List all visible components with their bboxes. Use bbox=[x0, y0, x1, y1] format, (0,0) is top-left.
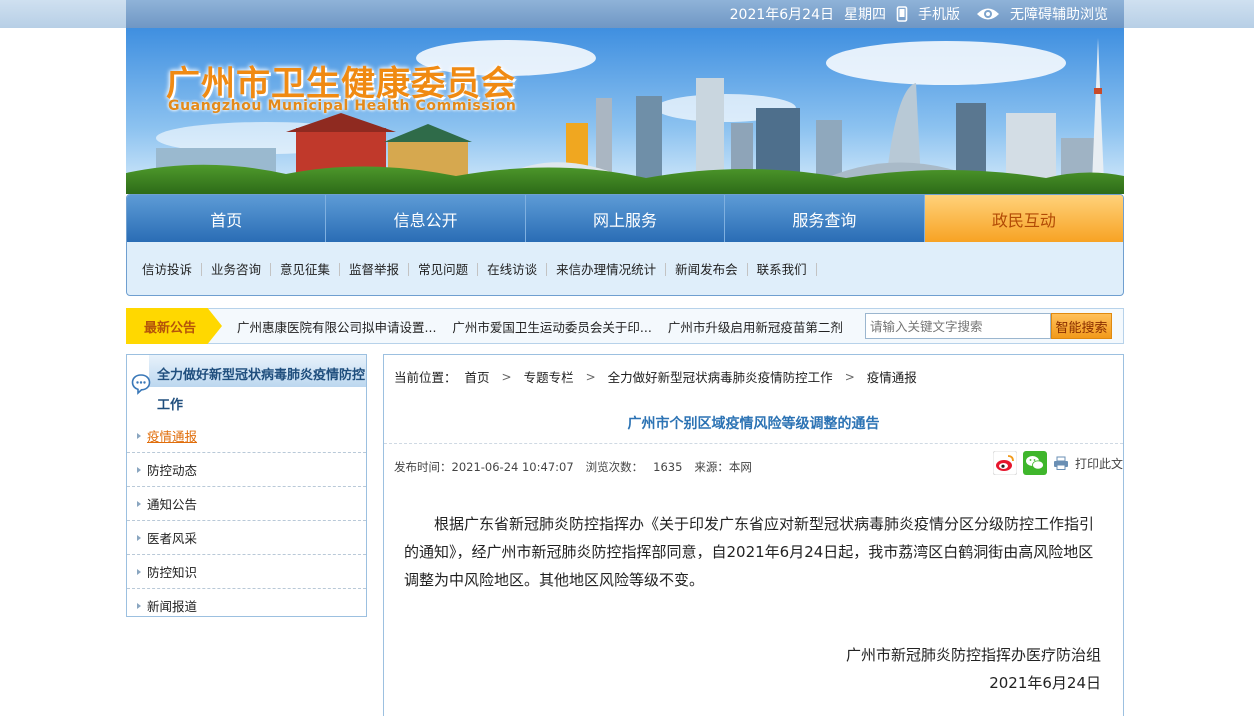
subnav-press-conference[interactable]: 新闻发布会 bbox=[666, 262, 748, 276]
publish-time-value: 2021-06-24 10:47:07 bbox=[451, 460, 574, 474]
mobile-phone-icon[interactable] bbox=[896, 6, 908, 22]
signature-organization: 广州市新冠肺炎防控指挥办医疗防治组 bbox=[845, 646, 1101, 664]
article-source: 来源：本网 bbox=[694, 459, 752, 475]
breadcrumb-epidemic-topic[interactable]: 全力做好新型冠状病毒肺炎疫情防控工作 bbox=[608, 367, 833, 386]
accessibility-link[interactable]: 无障碍辅助浏览 bbox=[1010, 4, 1108, 24]
chevron-right-icon: > bbox=[501, 369, 512, 384]
view-count-value: 1635 bbox=[653, 460, 683, 474]
source-label: 来源： bbox=[694, 460, 729, 474]
nav-item-online-services[interactable]: 网上服务 bbox=[525, 195, 726, 242]
latest-announcement-label: 最新公告 bbox=[126, 308, 222, 344]
nav-item-home[interactable]: 首页 bbox=[127, 195, 327, 242]
current-weekday: 星期四 bbox=[844, 7, 886, 23]
current-date: 2021年6月24日 bbox=[729, 7, 834, 23]
weibo-icon[interactable] bbox=[992, 451, 1017, 475]
breadcrumb: 当前位置： 首页 > 专题专栏 > 全力做好新型冠状病毒肺炎疫情防控工作 > 疫… bbox=[394, 367, 917, 386]
subnav-letter-statistics[interactable]: 来信办理情况统计 bbox=[547, 262, 667, 276]
announcement-item[interactable]: 广州惠康医院有限公司拟申请设置... bbox=[237, 317, 436, 336]
site-search: 智能搜索 bbox=[865, 313, 1113, 339]
article-title: 广州市个别区域疫情风险等级调整的通告 bbox=[627, 416, 880, 432]
sidebar-item-epidemic-bulletin[interactable]: 疫情通报 bbox=[127, 419, 366, 453]
sidebar-item-prevention-news[interactable]: 防控动态 bbox=[127, 453, 366, 487]
subnav-contact-us[interactable]: 联系我们 bbox=[748, 262, 817, 276]
announcement-list: 广州惠康医院有限公司拟申请设置... 广州市爱国卫生运动委员会关于印... 广州… bbox=[237, 309, 843, 343]
breadcrumb-label: 当前位置： bbox=[394, 370, 457, 385]
arrow-right-icon bbox=[137, 466, 141, 473]
article-body: 根据广东省新冠肺炎防控指挥办《关于印发广东省应对新型冠状病毒肺炎疫情分区分级防控… bbox=[404, 515, 1095, 589]
subnav-online-interview[interactable]: 在线访谈 bbox=[478, 262, 548, 276]
title-divider bbox=[384, 443, 1123, 444]
announcement-bar: 最新公告 广州惠康医院有限公司拟申请设置... 广州市爱国卫生运动委员会关于印.… bbox=[126, 308, 1124, 344]
signature-date: 2021年6月24日 bbox=[989, 674, 1101, 692]
sidebar-item-label: 防控动态 bbox=[147, 463, 198, 478]
sidebar-item-label: 新闻报道 bbox=[147, 599, 198, 614]
chevron-right-icon: > bbox=[844, 369, 855, 384]
search-input[interactable] bbox=[865, 313, 1051, 339]
arrow-right-icon bbox=[137, 432, 141, 439]
primary-nav: 首页 信息公开 网上服务 服务查询 政民互动 bbox=[127, 195, 1123, 242]
article-panel: 当前位置： 首页 > 专题专栏 > 全力做好新型冠状病毒肺炎疫情防控工作 > 疫… bbox=[383, 354, 1124, 716]
nav-item-service-query[interactable]: 服务查询 bbox=[725, 195, 925, 242]
announcement-item[interactable]: 广州市爱国卫生运动委员会关于印... bbox=[452, 317, 651, 336]
subnav-petition-complaint[interactable]: 信访投诉 bbox=[133, 262, 203, 276]
arrow-right-icon bbox=[137, 568, 141, 575]
secondary-nav: 信访投诉 业务咨询 意见征集 监督举报 常见问题 在线访谈 来信办理情况统计 新… bbox=[127, 242, 1123, 295]
eye-icon[interactable] bbox=[976, 6, 1000, 22]
nav-item-public-interaction[interactable]: 政民互动 bbox=[924, 195, 1123, 242]
arrow-right-icon bbox=[137, 500, 141, 507]
sidebar-menu: 疫情通报 防控动态 通知公告 医者风采 防控知识 新闻报道 bbox=[127, 419, 366, 622]
site-subtitle: Guangzhou Municipal Health Commission bbox=[168, 98, 517, 114]
arrow-right-icon bbox=[137, 534, 141, 541]
chevron-right-icon: > bbox=[585, 369, 596, 384]
view-count-label: 浏览次数： bbox=[585, 460, 644, 474]
subnav-faq[interactable]: 常见问题 bbox=[409, 262, 479, 276]
top-bar: 2021年6月24日 星期四 手机版 无障碍辅助浏览 bbox=[126, 0, 1124, 28]
sidebar-item-label: 防控知识 bbox=[147, 565, 198, 580]
subnav-supervision-report[interactable]: 监督举报 bbox=[340, 262, 410, 276]
main-navigation: 首页 信息公开 网上服务 服务查询 政民互动 信访投诉 业务咨询 意见征集 监督… bbox=[126, 194, 1124, 296]
print-icon[interactable] bbox=[1053, 451, 1069, 475]
mobile-version-link[interactable]: 手机版 bbox=[918, 4, 960, 24]
publish-time: 发布时间：2021-06-24 10:47:07 bbox=[394, 459, 574, 475]
sidebar-item-label: 通知公告 bbox=[147, 497, 198, 512]
arrow-right-icon bbox=[137, 602, 141, 609]
header-banner: 广州市卫生健康委员会 Guangzhou Municipal Health Co… bbox=[126, 28, 1124, 194]
source-value: 本网 bbox=[728, 460, 752, 474]
sidebar-header: 全力做好新型冠状病毒肺炎疫情防控工作 bbox=[127, 355, 366, 427]
chat-bubble-icon bbox=[131, 373, 151, 398]
view-count: 浏览次数： 1635 bbox=[586, 459, 683, 475]
wechat-icon[interactable] bbox=[1022, 451, 1047, 475]
sidebar-item-notices[interactable]: 通知公告 bbox=[127, 487, 366, 521]
sidebar: 全力做好新型冠状病毒肺炎疫情防控工作 疫情通报 防控动态 通知公告 医者风采 防… bbox=[126, 354, 367, 617]
share-tools: 打印此文 bbox=[992, 451, 1123, 475]
smart-search-button[interactable]: 智能搜索 bbox=[1051, 313, 1112, 339]
article-signature: 广州市新冠肺炎防控指挥办医疗防治组 2021年6月24日 bbox=[846, 641, 1101, 697]
sidebar-item-medical-staff[interactable]: 医者风采 bbox=[127, 521, 366, 555]
print-article-link[interactable]: 打印此文 bbox=[1075, 455, 1123, 472]
sidebar-item-prevention-knowledge[interactable]: 防控知识 bbox=[127, 555, 366, 589]
sidebar-item-news-reports[interactable]: 新闻报道 bbox=[127, 589, 366, 622]
breadcrumb-epidemic-bulletin[interactable]: 疫情通报 bbox=[867, 367, 917, 386]
breadcrumb-special-column[interactable]: 专题专栏 bbox=[524, 367, 574, 386]
breadcrumb-home[interactable]: 首页 bbox=[465, 367, 490, 386]
publish-time-label: 发布时间： bbox=[394, 460, 452, 474]
subnav-business-consult[interactable]: 业务咨询 bbox=[202, 262, 272, 276]
sidebar-title: 全力做好新型冠状病毒肺炎疫情防控工作 bbox=[157, 368, 366, 413]
sidebar-item-label: 疫情通报 bbox=[147, 429, 198, 444]
nav-item-info-disclosure[interactable]: 信息公开 bbox=[326, 195, 526, 242]
announcement-item[interactable]: 广州市升级启用新冠疫苗第二剂 bbox=[668, 317, 843, 336]
article-meta: 发布时间：2021-06-24 10:47:07 浏览次数： 1635 来源：本网 bbox=[394, 459, 752, 475]
sidebar-item-label: 医者风采 bbox=[147, 531, 198, 546]
subnav-opinion-collection[interactable]: 意见征集 bbox=[271, 262, 341, 276]
